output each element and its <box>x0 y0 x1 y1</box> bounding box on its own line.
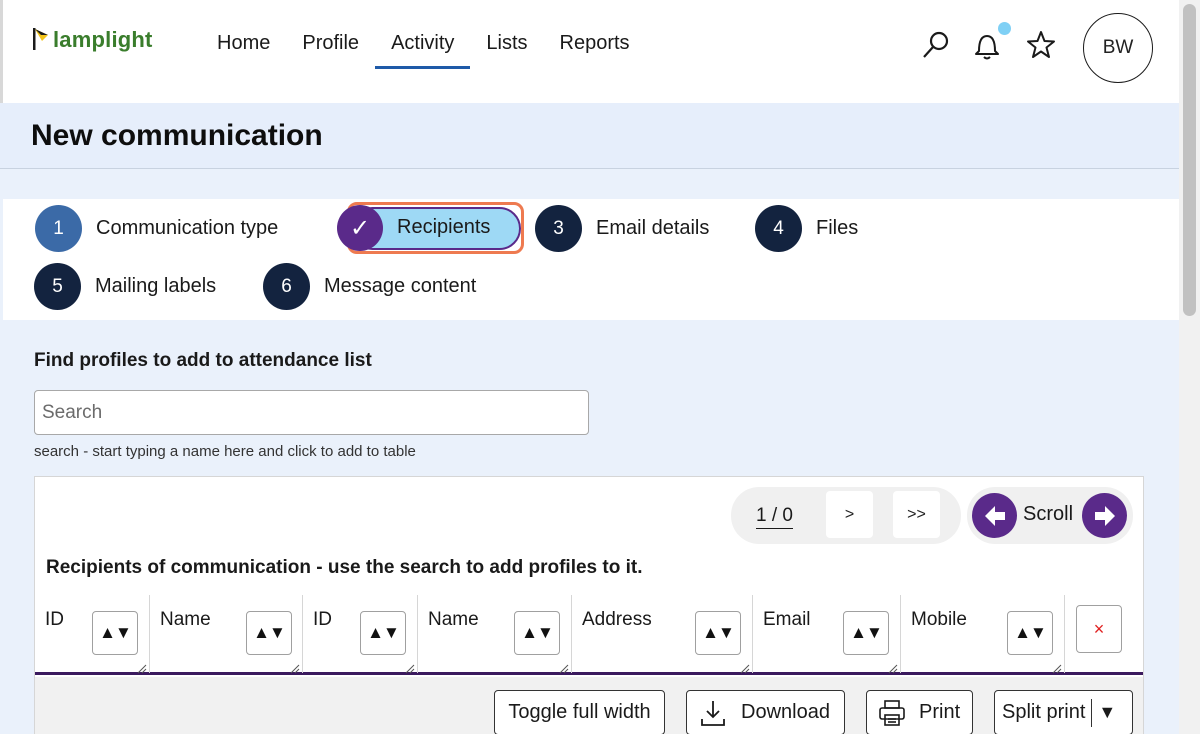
column-header-name: Name ▲▼ <box>418 595 572 674</box>
nav-home[interactable]: Home <box>201 28 286 69</box>
sort-button[interactable]: ▲▼ <box>360 611 406 655</box>
column-label: Name <box>160 609 211 630</box>
sort-button[interactable]: ▲▼ <box>1007 611 1053 655</box>
step-number: 1 <box>35 205 82 252</box>
next-page-button[interactable]: > <box>826 491 873 538</box>
sort-button[interactable]: ▲▼ <box>514 611 560 655</box>
column-header-id: ID ▲▼ <box>303 595 418 674</box>
clear-table-button[interactable]: × <box>1076 605 1122 653</box>
page: lamplight Home Profile Activity Lists Re… <box>0 0 1179 734</box>
wizard-steps: 1 Communication type ✓ Recipients 3 Emai… <box>3 199 1179 320</box>
resize-grip-icon[interactable] <box>290 661 300 674</box>
column-header-id: ID ▲▼ <box>35 595 150 674</box>
column-header-email: Email ▲▼ <box>753 595 901 674</box>
search-icon[interactable] <box>919 28 953 62</box>
scroll-left-arrow-icon[interactable] <box>972 493 1017 538</box>
scroll-right-arrow-icon[interactable] <box>1082 493 1127 538</box>
main-nav: Home Profile Activity Lists Reports <box>201 28 646 69</box>
vertical-scrollbar[interactable] <box>1179 0 1200 734</box>
step-label: Email details <box>596 217 710 239</box>
step-number: 4 <box>755 205 802 252</box>
sort-button[interactable]: ▲▼ <box>92 611 138 655</box>
download-button[interactable]: Download <box>686 690 845 734</box>
find-profiles-heading: Find profiles to add to attendance list <box>34 350 372 371</box>
search-input[interactable] <box>34 390 589 435</box>
step-label: Files <box>816 217 859 239</box>
sort-button[interactable]: ▲▼ <box>246 611 292 655</box>
step-number: 6 <box>263 263 310 310</box>
nav-lists[interactable]: Lists <box>470 28 543 69</box>
resize-grip-icon[interactable] <box>405 661 415 674</box>
notification-dot-icon <box>998 22 1011 35</box>
step-label: Message content <box>324 275 477 297</box>
logo-text: lamplight <box>53 27 153 52</box>
button-label: Split print <box>1002 701 1086 723</box>
chevron-down-icon[interactable]: ▼ <box>1091 698 1116 727</box>
step-files[interactable]: 4 Files <box>755 205 858 252</box>
button-label: Download <box>741 701 830 723</box>
step-message-content[interactable]: 6 Message content <box>263 263 476 310</box>
button-label: Print <box>919 701 961 723</box>
step-communication-type[interactable]: 1 Communication type <box>35 205 278 252</box>
sort-button[interactable]: ▲▼ <box>843 611 889 655</box>
bell-icon[interactable] <box>970 28 1004 62</box>
step-recipients[interactable]: ✓ Recipients <box>337 202 524 254</box>
scrollbar-thumb[interactable] <box>1183 4 1196 316</box>
step-number: 5 <box>34 263 81 310</box>
step-label: Communication type <box>96 217 279 239</box>
print-button[interactable]: Print <box>866 690 973 734</box>
logo[interactable]: lamplight <box>31 26 153 52</box>
nav-activity[interactable]: Activity <box>375 28 471 69</box>
top-header: lamplight Home Profile Activity Lists Re… <box>0 0 1179 103</box>
user-avatar[interactable]: BW <box>1083 13 1153 83</box>
star-icon[interactable] <box>1024 28 1058 62</box>
nav-reports[interactable]: Reports <box>544 28 646 69</box>
column-label: Mobile <box>911 609 967 630</box>
split-print-button[interactable]: Split print ▼ <box>994 690 1133 734</box>
pager: 1 / 0 > >> <box>731 487 961 544</box>
resize-grip-icon[interactable] <box>740 661 750 674</box>
check-icon: ✓ <box>337 205 383 251</box>
resize-grip-icon[interactable] <box>137 661 147 674</box>
column-label: Email <box>763 609 811 630</box>
column-label: ID <box>45 609 64 630</box>
step-mailing-labels[interactable]: 5 Mailing labels <box>34 263 216 310</box>
scroll-label: Scroll <box>1023 503 1074 525</box>
toggle-full-width-button[interactable]: Toggle full width <box>494 690 665 734</box>
button-label: Toggle full width <box>508 701 651 723</box>
column-label: Address <box>582 609 652 630</box>
nav-profile[interactable]: Profile <box>286 28 375 69</box>
scroll-control: Scroll <box>967 487 1133 544</box>
printer-icon <box>877 698 907 728</box>
table-footer: Toggle full width Download Print Split p… <box>35 677 1143 734</box>
page-title: New communication <box>31 119 323 152</box>
recipients-table-panel: 1 / 0 > >> Scroll Recipients of communic… <box>34 476 1144 734</box>
sort-button[interactable]: ▲▼ <box>695 611 741 655</box>
step-label: Mailing labels <box>95 275 217 297</box>
last-page-button[interactable]: >> <box>893 491 940 538</box>
step-number: 3 <box>535 205 582 252</box>
table-header: ID ▲▼ Name ▲▼ ID ▲▼ Name ▲▼ Address ▲▼ E… <box>35 595 1143 675</box>
step-email-details[interactable]: 3 Email details <box>535 205 709 252</box>
column-label: Name <box>428 609 479 630</box>
column-header-name: Name ▲▼ <box>150 595 303 674</box>
search-help-text: search - start typing a name here and cl… <box>34 443 416 460</box>
column-label: ID <box>313 609 332 630</box>
resize-grip-icon[interactable] <box>888 661 898 674</box>
column-header-address: Address ▲▼ <box>572 595 753 674</box>
lamp-logo-icon <box>31 26 51 52</box>
title-bar: New communication <box>0 103 1179 169</box>
table-caption: Recipients of communication - use the se… <box>46 557 643 578</box>
page-count[interactable]: 1 / 0 <box>756 505 793 529</box>
download-icon <box>699 699 727 727</box>
resize-grip-icon[interactable] <box>559 661 569 674</box>
step-label: Recipients <box>397 216 491 238</box>
resize-grip-icon[interactable] <box>1052 661 1062 674</box>
column-header-mobile: Mobile ▲▼ <box>901 595 1065 674</box>
